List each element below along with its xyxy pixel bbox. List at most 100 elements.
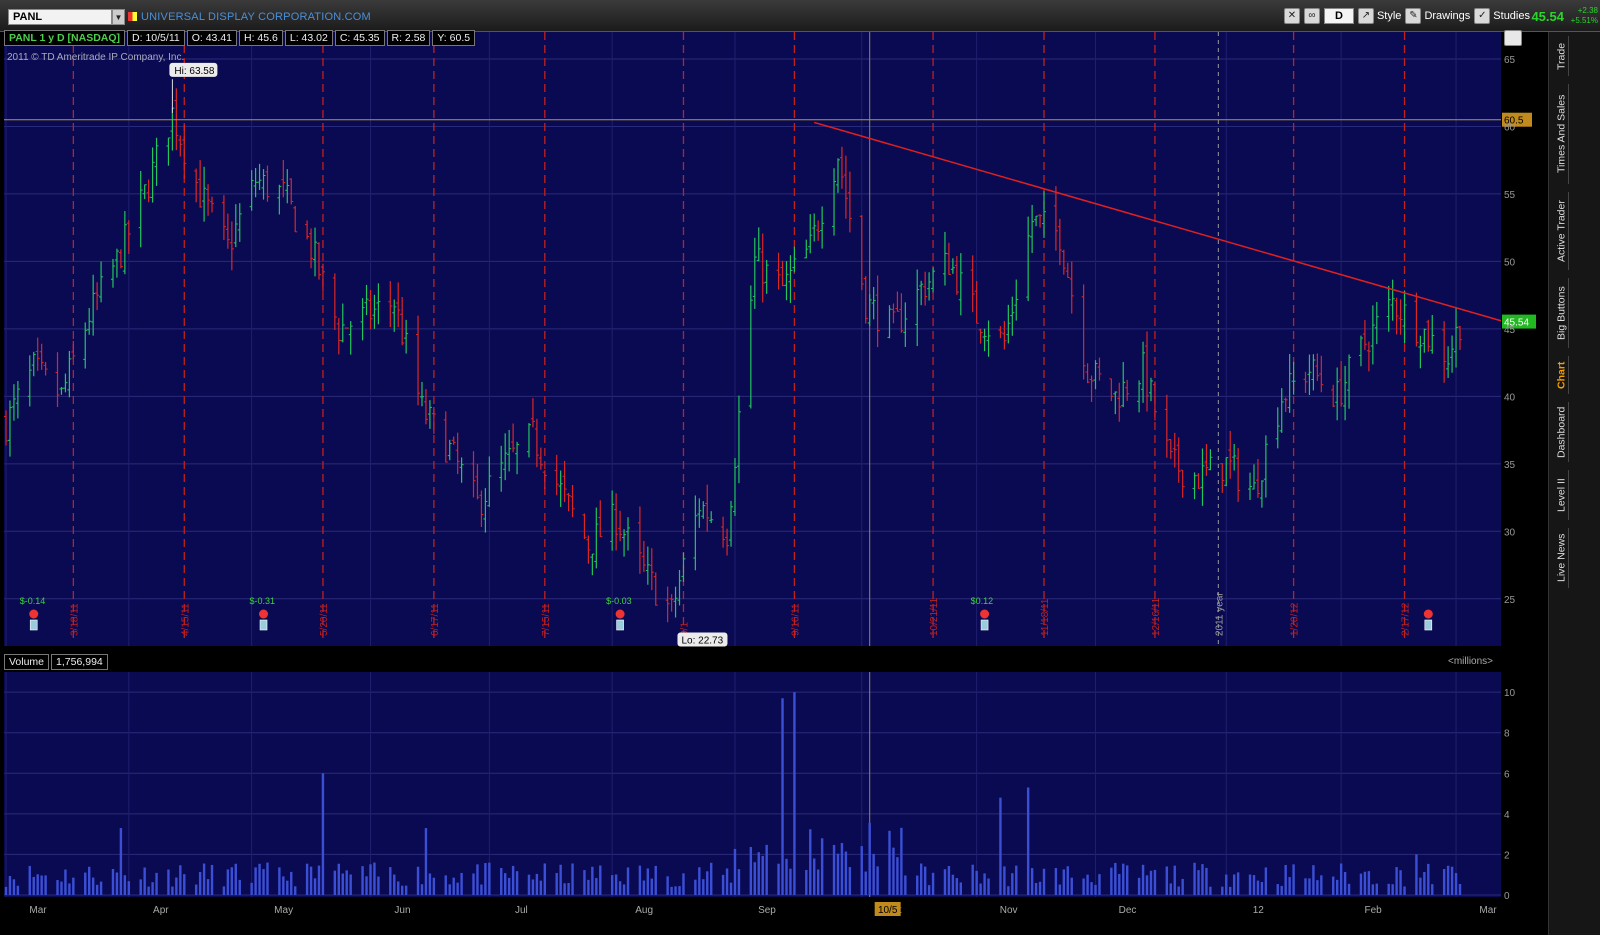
studies-button[interactable]: ✓ Studies xyxy=(1474,8,1530,24)
toolbar: PANL ▼ UNIVERSAL DISPLAY CORPORATION.COM… xyxy=(0,0,1600,32)
side-tab-trade[interactable]: Trade xyxy=(1555,36,1569,76)
volume-bar xyxy=(1391,884,1394,895)
side-tabs: Trade Times And Sales Active Trader Big But… xyxy=(1548,32,1600,935)
volume-bar xyxy=(452,877,455,895)
side-tab-times-and-sales[interactable]: Times And Sales xyxy=(1555,84,1569,184)
volume-bar xyxy=(1165,866,1169,895)
chart-settings-icon[interactable] xyxy=(1504,30,1522,46)
volume-bar xyxy=(1090,882,1093,895)
symbol-input[interactable]: PANL xyxy=(8,9,112,25)
volume-bar xyxy=(698,867,701,895)
volume-bar xyxy=(1264,867,1268,895)
volume-bar xyxy=(266,862,269,895)
price-tick-label: 35 xyxy=(1504,460,1516,471)
expiration-label: 5/20/11 xyxy=(319,603,330,636)
volume-bar xyxy=(1347,883,1351,895)
volume-bar xyxy=(1304,878,1307,895)
month-label: Jun xyxy=(394,905,410,916)
volume-bar xyxy=(583,870,586,895)
volume-bar xyxy=(317,865,321,895)
volume-bar xyxy=(1003,866,1006,895)
chevron-down-icon[interactable]: ▼ xyxy=(112,9,125,25)
volume-bar xyxy=(1082,878,1085,895)
style-icon: ↗ xyxy=(1357,8,1374,24)
net-change-value: +2.38 xyxy=(1577,6,1598,15)
volume-bar xyxy=(400,885,404,895)
volume-bar xyxy=(904,875,907,895)
earnings-label: $-0.03 xyxy=(606,596,632,606)
volume-bar xyxy=(1173,865,1176,895)
volume-bar xyxy=(68,883,71,895)
price-tick-label: 65 xyxy=(1504,55,1516,66)
volume-plot-area xyxy=(4,672,1501,897)
volume-bar xyxy=(488,862,491,895)
volume-bar xyxy=(642,880,646,895)
volume-bar xyxy=(377,876,380,895)
volume-bar xyxy=(1450,866,1454,895)
volume-bar xyxy=(587,879,590,895)
volume-bar xyxy=(951,874,955,895)
style-button[interactable]: ↗ Style xyxy=(1357,8,1402,24)
style-label: Style xyxy=(1376,10,1402,22)
link-icon[interactable]: ∞ xyxy=(1303,8,1320,24)
price-plot-area xyxy=(4,32,1501,646)
volume-bar xyxy=(147,886,150,895)
side-tab-active-trader[interactable]: Active Trader xyxy=(1555,192,1569,270)
side-tab-level-ii[interactable]: Level II xyxy=(1555,470,1569,520)
volume-bar xyxy=(721,874,725,895)
volume-bar xyxy=(99,881,103,895)
volume-bar xyxy=(729,882,733,895)
side-tab-dashboard[interactable]: Dashboard xyxy=(1555,402,1569,462)
volume-bar xyxy=(1181,878,1184,895)
volume-chart[interactable]: 0246810 MarAprMayJunJulAugSepOctNovDec12… xyxy=(0,650,1548,935)
volume-bar xyxy=(72,877,75,895)
volume-bar xyxy=(32,876,35,895)
volume-bar xyxy=(543,863,547,895)
volume-bar xyxy=(1118,873,1121,895)
volume-bar xyxy=(527,874,531,895)
month-label: Mar xyxy=(1479,905,1497,916)
volume-header: Volume 1,756,994 xyxy=(4,654,108,670)
volume-bar xyxy=(781,698,784,895)
volume-bar xyxy=(864,871,867,895)
volume-bar xyxy=(1221,886,1224,895)
volume-bar xyxy=(1169,883,1172,895)
side-tab-big-buttons[interactable]: Big Buttons xyxy=(1555,278,1569,348)
volume-bar xyxy=(785,858,788,895)
volume-bar xyxy=(559,864,562,895)
volume-bar xyxy=(226,869,230,895)
volume-bar xyxy=(860,846,863,895)
volume-bar xyxy=(1007,886,1010,895)
volume-bar xyxy=(610,875,614,895)
month-label: Mar xyxy=(29,905,47,916)
volume-bar xyxy=(844,851,848,895)
volume-bar xyxy=(1288,877,1291,895)
side-tab-chart[interactable]: Chart xyxy=(1555,356,1569,394)
volume-bar xyxy=(389,867,392,895)
volume-bar xyxy=(947,865,951,895)
volume-tick-label: 2 xyxy=(1504,850,1510,861)
symbol-title: PANL 1 y D [NASDAQ] xyxy=(4,30,126,46)
volume-bar xyxy=(119,828,123,895)
drawings-button[interactable]: ✎ Drawings xyxy=(1405,8,1470,24)
volume-bar xyxy=(448,884,451,895)
price-chart[interactable]: 3/18/11 4/15/11 5/20/11 6/17/11 7/15/11 9/1 9/… xyxy=(0,32,1548,650)
dividend-icon xyxy=(29,619,38,631)
volume-bar xyxy=(40,875,43,895)
volume-bar xyxy=(1058,884,1062,895)
price-tick-label: 60 xyxy=(1504,122,1516,133)
volume-bar xyxy=(238,879,241,895)
volume-bar xyxy=(56,880,59,895)
aggregation-select[interactable]: D xyxy=(1323,8,1354,24)
expiration-label: 6/17/11 xyxy=(430,603,441,636)
volume-bar xyxy=(337,863,340,895)
volume-bar xyxy=(674,886,677,895)
side-tab-live-news[interactable]: Live News xyxy=(1555,528,1569,588)
volume-bar xyxy=(1177,886,1180,895)
cursor-icon[interactable]: ✕ xyxy=(1283,8,1300,24)
volume-units: <millions> xyxy=(1448,656,1494,667)
volume-bar xyxy=(1141,864,1145,895)
volume-bar xyxy=(1387,883,1390,895)
volume-bar xyxy=(876,866,879,895)
open-readout: O: 43.41 xyxy=(186,30,237,46)
